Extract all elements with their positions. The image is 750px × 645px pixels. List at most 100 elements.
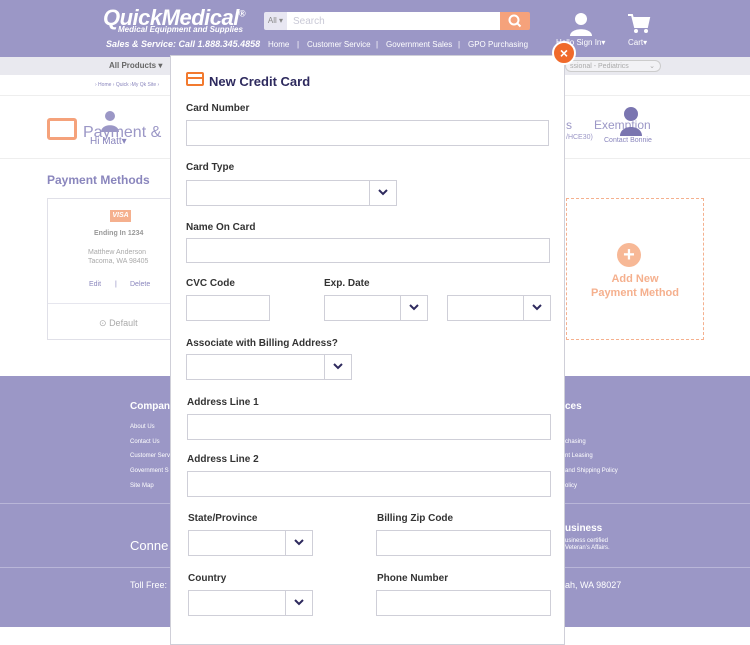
associate-billing-label: Associate with Billing Address? [186, 338, 338, 349]
name-on-card-input[interactable] [186, 238, 550, 263]
exp-date-label: Exp. Date [324, 278, 370, 289]
footer-connect-heading: Conne [130, 538, 169, 553]
cart-icon[interactable] [627, 13, 651, 35]
cart-label: Cart [628, 38, 644, 47]
chevron-down-icon [285, 531, 312, 555]
country-label: Country [188, 573, 227, 584]
state-province-select[interactable] [188, 530, 313, 556]
card-holder-name: Matthew Anderson [88, 249, 146, 256]
credit-card-icon [186, 72, 204, 86]
card-holder-city: Tacoma, WA 98405 [88, 258, 149, 265]
chevron-down-icon: ⌄ [649, 63, 655, 70]
exp-month-select[interactable] [324, 295, 428, 321]
close-modal-button[interactable]: × [552, 41, 576, 65]
footer-services-heading: ces [565, 401, 582, 412]
account-menu[interactable]: Hi Matt▾ [90, 136, 127, 147]
search-category-select[interactable]: All ▾ [264, 12, 287, 30]
user-icon [101, 111, 119, 132]
footer-link-sitemap[interactable]: Site Map [130, 483, 154, 489]
chevron-down-icon [285, 591, 312, 615]
billing-zip-label: Billing Zip Code [377, 513, 454, 524]
breadcrumb[interactable]: › Home › Quick ›My Qk Site › [95, 82, 159, 88]
sales-phone: Sales & Service: Call 1.888.345.4858 [106, 39, 261, 49]
search-input[interactable] [287, 12, 500, 30]
search-button[interactable] [500, 12, 530, 30]
logo-registered: ® [238, 8, 246, 19]
billing-address-select[interactable] [186, 354, 352, 380]
address-line-1-input[interactable] [187, 414, 551, 440]
logo-tagline: Medical Equipment and Supplies [118, 25, 243, 34]
card-type-select[interactable] [186, 180, 397, 206]
modal-title: New Credit Card [209, 74, 311, 89]
footer-link-policy[interactable]: olicy [565, 483, 577, 489]
set-default-button[interactable]: ⊙ Default [99, 318, 138, 329]
footer-business-heading: usiness [565, 523, 603, 534]
account-greeting: Hi Matt [90, 136, 122, 147]
card-type-label: Card Type [186, 162, 235, 173]
chevron-down-icon [324, 355, 351, 379]
search-category-label: All [267, 16, 277, 25]
phone-number-input[interactable] [376, 590, 551, 616]
add-new-sublabel: Payment Method [590, 287, 679, 299]
footer-toll-free: Toll Free: [130, 580, 168, 590]
cart-link[interactable]: Cart▾ [628, 38, 647, 47]
phone-number-label: Phone Number [377, 573, 449, 584]
nav-government-sales[interactable]: Government Sales [386, 40, 452, 49]
radio-icon: ⊙ [99, 318, 107, 328]
search-icon [508, 14, 522, 28]
credit-card-icon [47, 118, 77, 140]
plus-icon: + [617, 243, 641, 267]
tax-prefix: s [566, 118, 572, 132]
address-line-2-input[interactable] [187, 471, 551, 497]
default-label: Default [109, 318, 138, 328]
state-province-label: State/Province [188, 513, 258, 524]
chevron-down-icon [369, 181, 396, 205]
card-number-label: Card Number [186, 103, 250, 114]
card-divider [48, 303, 170, 304]
nav-separator: | [297, 40, 300, 49]
footer-link-customer-service[interactable]: Customer Servi [130, 453, 171, 459]
footer-link-purchasing[interactable]: chasing [565, 439, 586, 445]
contact-rep-link[interactable]: Contact Bonnie [604, 137, 652, 144]
country-select[interactable] [188, 590, 313, 616]
billing-zip-input[interactable] [376, 530, 551, 556]
visa-logo: VISA [110, 210, 131, 222]
specialty-label: ssional - Pediatrics [570, 63, 629, 70]
footer-link-government[interactable]: Government S [130, 468, 169, 474]
chevron-down-icon [400, 296, 427, 320]
footer-address: ah, WA 98027 [565, 580, 622, 590]
nav-separator: | [376, 40, 379, 49]
address-line-2-label: Address Line 2 [187, 454, 259, 465]
delete-card-link[interactable]: Delete [130, 281, 150, 288]
link-separator: | [115, 281, 117, 288]
specialty-select[interactable]: ssional - Pediatrics ⌄ [565, 60, 661, 72]
footer-link-leasing[interactable]: nt Leasing [565, 453, 593, 459]
add-new-label: Add New [611, 273, 659, 285]
add-payment-method-tile[interactable] [566, 198, 704, 340]
contact-rep-icon [620, 107, 642, 136]
nav-gpo-purchasing[interactable]: GPO Purchasing [468, 40, 528, 49]
footer-company-heading: Compan [130, 401, 170, 412]
card-number-input[interactable] [186, 120, 549, 146]
footer-link-about[interactable]: About Us [130, 424, 155, 430]
all-products-label: All Products [109, 61, 157, 70]
edit-card-link[interactable]: Edit [89, 281, 101, 288]
footer-link-contact[interactable]: Contact Us [130, 439, 160, 445]
name-on-card-label: Name On Card [186, 222, 256, 233]
all-products-menu[interactable]: All Products ▾ [109, 61, 162, 70]
cvc-code-input[interactable] [186, 295, 270, 321]
payment-methods-heading: Payment Methods [47, 173, 150, 187]
chevron-down-icon [523, 296, 550, 320]
footer-link-shipping[interactable]: and Shipping Policy [565, 468, 618, 474]
footer-business-line: Veteran's Affairs. [565, 545, 610, 551]
user-icon[interactable] [570, 12, 592, 36]
footer-business-line: usiness certified [565, 538, 609, 544]
nav-customer-service[interactable]: Customer Service [307, 40, 371, 49]
address-line-1-label: Address Line 1 [187, 397, 259, 408]
card-ending: Ending In 1234 [94, 230, 144, 237]
nav-separator: | [458, 40, 461, 49]
tax-subtext: /HCE30) [566, 134, 593, 141]
nav-home[interactable]: Home [268, 40, 289, 49]
exp-year-select[interactable] [447, 295, 551, 321]
cvc-code-label: CVC Code [186, 278, 235, 289]
